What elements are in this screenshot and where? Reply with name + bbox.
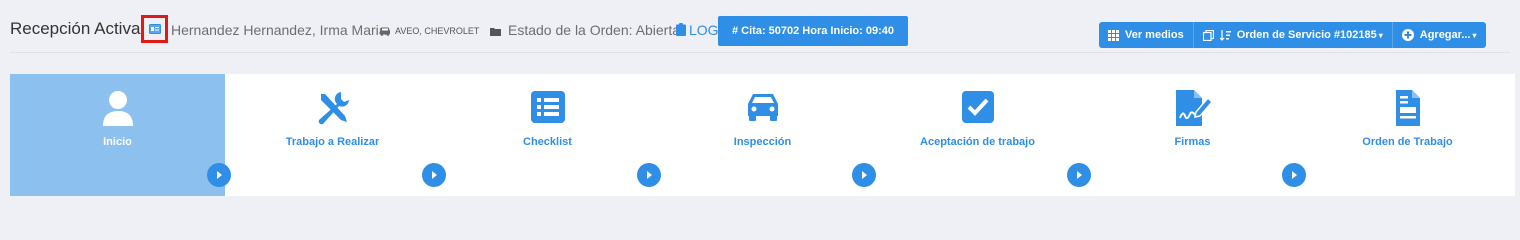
header-divider	[10, 52, 1510, 53]
step-label: Trabajo a Realizar	[285, 136, 380, 148]
page-title: Recepción Activa	[10, 19, 141, 38]
step-checklist[interactable]: Checklist	[440, 74, 655, 196]
document-icon	[1395, 90, 1420, 126]
car-icon	[380, 27, 390, 36]
step-label: Firmas	[1174, 136, 1211, 148]
step-trabajo-a-realizar[interactable]: Trabajo a Realizar	[225, 74, 440, 196]
action-button-group: Ver medios Orden de Servicio #102185 ▾ A…	[1099, 22, 1486, 48]
id-card-button[interactable]	[141, 15, 168, 43]
step-label: Orden de Trabajo	[1362, 136, 1453, 148]
step-inspeccion[interactable]: Inspección	[655, 74, 870, 196]
chevron-right-icon	[432, 171, 437, 179]
order-status: Estado de la Orden: Abierta	[508, 22, 680, 38]
car-icon	[747, 94, 778, 121]
agregar-label: Agregar...	[1419, 29, 1471, 41]
list-icon	[530, 91, 565, 123]
clipboard-icon	[676, 23, 686, 36]
chevron-right-icon	[217, 171, 222, 179]
next-step-arrow[interactable]	[1282, 163, 1306, 187]
wizard-steps: Inicio Trabajo a Realizar Checklist Insp…	[10, 74, 1515, 196]
tools-icon	[318, 92, 349, 125]
copy-icon	[1202, 29, 1214, 41]
caret-down-icon: ▾	[1472, 30, 1477, 40]
next-step-arrow[interactable]	[637, 163, 661, 187]
checkbox-icon	[961, 91, 994, 123]
signature-icon	[1175, 90, 1212, 126]
step-aceptacion-de-trabajo[interactable]: Aceptación de trabajo	[870, 74, 1085, 196]
next-step-arrow[interactable]	[207, 163, 231, 187]
sort-icon	[1219, 29, 1231, 41]
chevron-right-icon	[1292, 171, 1297, 179]
next-step-arrow[interactable]	[1067, 163, 1091, 187]
customer-name: Hernandez Hernandez, Irma Maria	[171, 22, 387, 38]
header-bar: Recepción Activa Hernandez Hernandez, Ir…	[0, 0, 1520, 58]
grid-icon	[1108, 29, 1119, 41]
next-step-arrow[interactable]	[422, 163, 446, 187]
step-orden-de-trabajo[interactable]: Orden de Trabajo	[1300, 74, 1515, 196]
orden-servicio-label: Orden de Servicio #102185	[1236, 29, 1377, 41]
chevron-right-icon	[1077, 171, 1082, 179]
step-label: Aceptación de trabajo	[920, 136, 1035, 148]
id-card-icon	[148, 24, 161, 34]
step-label: Checklist	[523, 136, 572, 148]
user-icon	[102, 91, 133, 126]
step-firmas[interactable]: Firmas	[1085, 74, 1300, 196]
cita-button[interactable]: # Cita: 50702 Hora Inicio: 09:40	[718, 16, 908, 46]
next-step-arrow[interactable]	[852, 163, 876, 187]
ver-medios-label: Ver medios	[1125, 29, 1184, 41]
chevron-right-icon	[647, 171, 652, 179]
step-label: Inspección	[733, 136, 792, 148]
ver-medios-button[interactable]: Ver medios	[1099, 22, 1194, 48]
agregar-button[interactable]: Agregar... ▾	[1392, 22, 1486, 48]
step-inicio[interactable]: Inicio	[10, 74, 225, 196]
step-label: Inicio	[103, 136, 132, 148]
vehicle-info: AVEO, CHEVROLET	[395, 26, 480, 36]
chevron-right-icon	[862, 171, 867, 179]
plus-circle-icon	[1401, 29, 1414, 41]
caret-down-icon: ▾	[1378, 30, 1383, 40]
orden-servicio-button[interactable]: Orden de Servicio #102185 ▾	[1193, 22, 1393, 48]
folder-icon	[490, 28, 501, 36]
log-link[interactable]: LOG	[689, 22, 719, 38]
